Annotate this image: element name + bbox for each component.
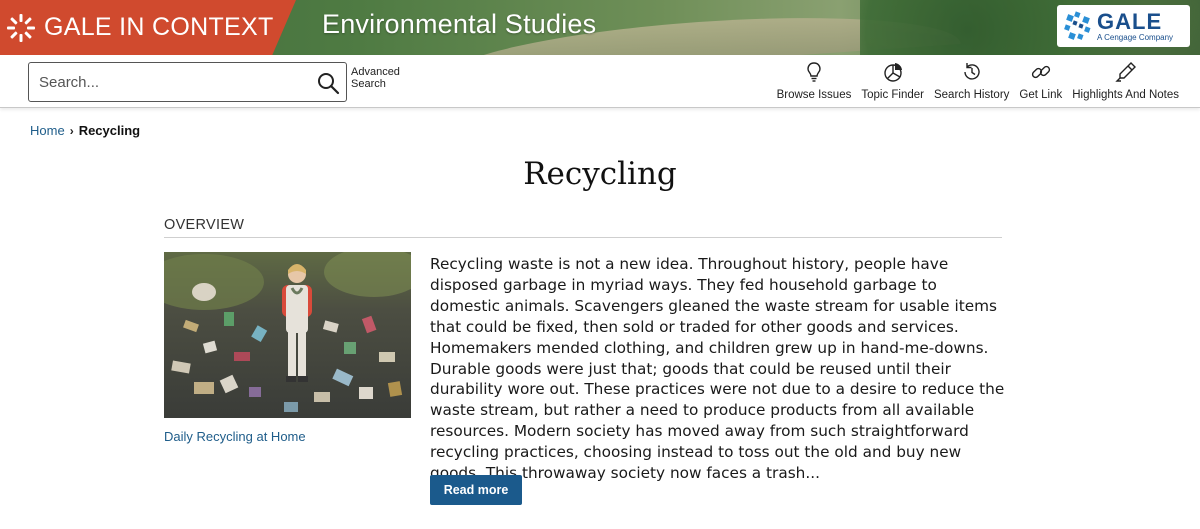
overview-heading: OVERVIEW <box>164 217 1002 238</box>
link-icon <box>1031 65 1050 79</box>
tool-links: Browse Issues Topic Finder Search Histor… <box>772 61 1184 107</box>
overview-text: Recycling waste is not a new idea. Throu… <box>430 255 1005 483</box>
chevron-right-icon: › <box>69 123 74 138</box>
page-title: Recycling <box>523 156 677 192</box>
breadcrumb-home-link[interactable]: Home <box>30 123 65 138</box>
pie-chart-icon <box>883 63 902 82</box>
topic-finder-button[interactable]: Topic Finder <box>856 61 929 107</box>
advanced-search-link[interactable]: Advanced Search <box>351 66 411 90</box>
read-more-button[interactable]: Read more <box>430 475 522 505</box>
breadcrumb: Home › Recycling <box>30 123 140 138</box>
lightbulb-icon <box>807 62 821 82</box>
search-input[interactable] <box>39 63 309 101</box>
topic-finder-label: Topic Finder <box>861 89 924 101</box>
gale-logo-tagline: A Cengage Company <box>1097 32 1174 42</box>
get-link-label: Get Link <box>1019 89 1063 101</box>
browse-issues-label: Browse Issues <box>776 89 852 101</box>
brand-name: GALE IN CONTEXT <box>44 13 274 41</box>
pen-icon <box>1114 62 1136 82</box>
recycling-photo <box>164 252 411 418</box>
search-history-button[interactable]: Search History <box>929 61 1014 107</box>
overview-image[interactable] <box>164 252 411 418</box>
browse-issues-button[interactable]: Browse Issues <box>772 61 857 107</box>
product-name: Environmental Studies <box>322 9 597 39</box>
gale-publisher-logo[interactable]: GALE A Cengage Company <box>1057 5 1190 47</box>
get-link-button[interactable]: Get Link <box>1014 61 1067 107</box>
search-icon[interactable] <box>316 71 340 95</box>
header-banner: GALE IN CONTEXT Environmental Studies GA… <box>0 0 1200 55</box>
highlights-and-notes-button[interactable]: Highlights And Notes <box>1067 61 1184 107</box>
search-history-label: Search History <box>933 89 1010 101</box>
highlights-and-notes-label: Highlights And Notes <box>1072 89 1179 101</box>
breadcrumb-current: Recycling <box>78 123 141 138</box>
history-icon <box>963 63 980 80</box>
toolbar: Advanced Search Browse Issues Topic Find… <box>0 55 1200 108</box>
image-caption-link[interactable]: Daily Recycling at Home <box>164 429 306 444</box>
gale-logo-word: GALE <box>1097 8 1163 34</box>
brand-home-link[interactable]: GALE IN CONTEXT <box>0 0 296 55</box>
gale-in-context-logo-icon <box>7 13 35 42</box>
search-box <box>28 62 347 102</box>
gale-logo-icon <box>1064 11 1091 40</box>
